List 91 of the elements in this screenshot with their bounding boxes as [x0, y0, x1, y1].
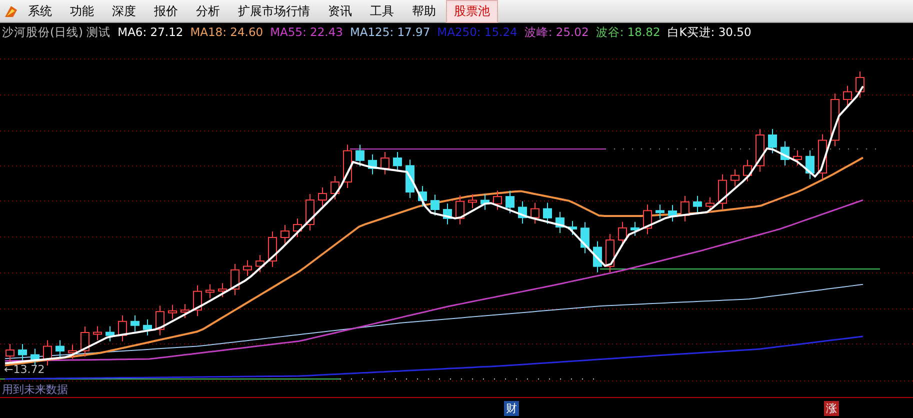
candlestick — [568, 220, 577, 236]
menu-item[interactable]: 分析 — [188, 0, 228, 22]
candlestick — [843, 85, 852, 106]
event-marker[interactable]: 财 — [504, 400, 519, 416]
candlestick — [480, 194, 490, 210]
indicator-value: 波峰: 25.02 — [524, 24, 589, 40]
candlestick — [356, 144, 364, 167]
candlestick — [806, 150, 814, 180]
candlestick — [256, 254, 264, 273]
candlestick — [593, 240, 602, 273]
candlestick — [643, 204, 652, 235]
menu-item[interactable]: 帮助 — [404, 0, 444, 22]
event-marker[interactable]: 涨 — [824, 400, 839, 416]
candlestick — [818, 134, 827, 180]
candlestick — [530, 202, 540, 224]
candlestick — [156, 305, 164, 336]
candlestick — [468, 194, 477, 209]
menu-item[interactable]: 深度 — [104, 0, 144, 22]
menu-item[interactable]: 股票池 — [446, 0, 498, 22]
candlestick — [543, 202, 552, 224]
candlestick — [330, 176, 340, 200]
candlestick — [243, 260, 252, 276]
candlestick — [680, 195, 690, 222]
candlestick — [293, 218, 302, 238]
candlestick — [18, 344, 27, 362]
menu-item[interactable]: 报价 — [146, 0, 186, 22]
candlestick — [80, 326, 90, 358]
candlestick — [430, 194, 440, 216]
indicator-value: MA18: 24.60 — [190, 25, 264, 39]
candlestick — [743, 159, 752, 182]
candlestick — [518, 200, 527, 224]
candlestick — [56, 340, 64, 358]
candlestick — [30, 348, 40, 366]
candlestick — [93, 326, 102, 341]
candlestick — [656, 204, 664, 220]
candlestick — [580, 222, 590, 254]
candlestick — [780, 140, 790, 166]
menu-item[interactable]: 功能 — [62, 0, 102, 22]
candlestick — [556, 211, 564, 234]
candlestick — [443, 203, 452, 225]
candlestick — [143, 318, 152, 336]
indicator-value: MA250: 15.24 — [437, 25, 518, 39]
candlestick — [768, 128, 777, 154]
candlestick — [493, 190, 502, 210]
app-logo-icon — [4, 4, 18, 18]
menu-item[interactable]: 资讯 — [320, 0, 360, 22]
candlestick — [406, 159, 414, 198]
candlestick — [218, 282, 227, 298]
menu-item[interactable]: 扩展市场行情 — [230, 0, 318, 22]
candlestick — [506, 190, 514, 214]
candlestick — [280, 224, 290, 244]
candlestick — [43, 340, 52, 366]
candlestick — [193, 284, 202, 317]
candlestick — [756, 128, 764, 172]
candlestick — [856, 71, 864, 98]
chart-title: 沙河股份(日线) 测试 — [2, 24, 111, 40]
candlestick — [793, 150, 802, 166]
candlestick — [118, 314, 127, 342]
indicator-value: MA125: 17.97 — [350, 25, 430, 39]
candlestick — [456, 194, 464, 225]
candlestick — [380, 152, 390, 175]
candlestick — [630, 221, 640, 236]
candlestick — [106, 326, 114, 342]
candlestick — [343, 144, 352, 188]
candlestick — [718, 174, 727, 210]
candlestick — [368, 154, 377, 175]
candlestick — [606, 234, 614, 273]
candlestick — [706, 196, 714, 213]
candlestick — [318, 187, 327, 206]
candlestick — [230, 263, 240, 296]
menu-item[interactable]: 系统 — [20, 0, 60, 22]
candlestick — [730, 168, 740, 187]
candlestick — [206, 284, 214, 299]
candlestick — [180, 304, 190, 319]
candlestick — [693, 195, 702, 213]
indicator-value: 白K买进: 30.50 — [667, 24, 752, 40]
indicator-value: MA55: 22.43 — [270, 25, 343, 39]
low-price-label: ←13.72 — [4, 363, 45, 376]
candlestick — [393, 152, 402, 172]
candlestick — [668, 204, 677, 222]
candlestick — [418, 186, 427, 208]
candlestick — [6, 344, 14, 362]
indicator-value: 波谷: 18.82 — [596, 24, 660, 40]
candlestick — [168, 304, 177, 320]
menu-item[interactable]: 工具 — [362, 0, 402, 22]
future-data-note: 用到未来数据 — [2, 382, 68, 397]
candlestick — [268, 231, 277, 268]
candlestick — [68, 344, 77, 360]
candlestick — [130, 314, 140, 332]
candlestick — [306, 194, 314, 231]
indicator-value: MA6: 27.12 — [118, 25, 184, 39]
